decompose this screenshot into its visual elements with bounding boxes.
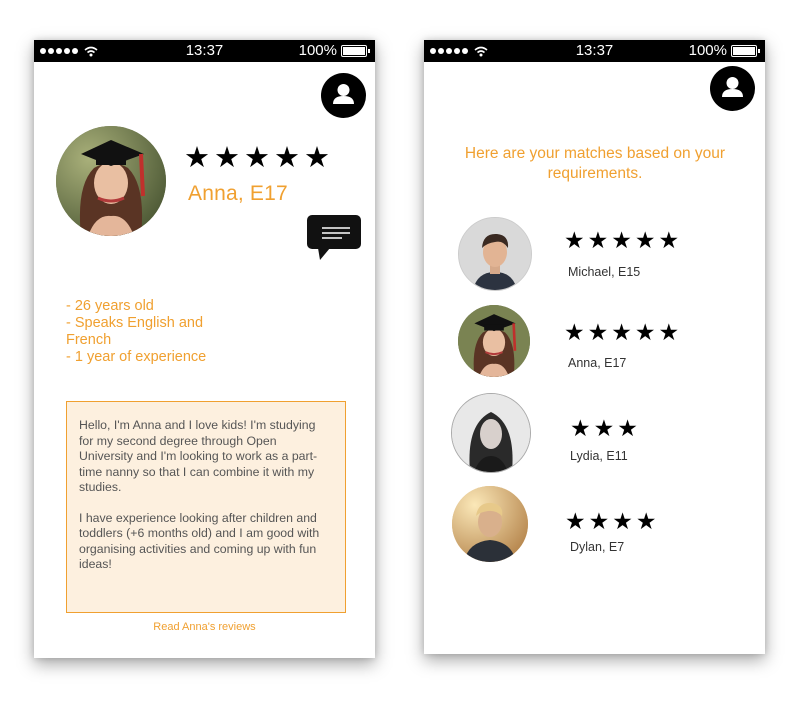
star-icon: ★ [617, 415, 638, 441]
star-icon: ★ [612, 508, 633, 534]
avatar [452, 486, 528, 562]
battery-icon [341, 44, 370, 57]
bio-paragraph: Hello, I'm Anna and I love kids! I'm stu… [79, 418, 318, 494]
star-icon: ★ [274, 142, 300, 174]
list-item[interactable]: ★ ★ ★ ★ ★ Anna, E17 [424, 305, 765, 385]
battery-indicator: 100% [298, 42, 370, 59]
star-icon: ★ [658, 227, 680, 253]
battery-percent: 100% [688, 42, 727, 59]
star-icon: ★ [570, 415, 591, 441]
list-item[interactable]: ★ ★ ★ ★ ★ Michael, E15 [424, 217, 765, 297]
star-icon: ★ [565, 508, 586, 534]
fact-languages: - Speaks English and French [66, 315, 204, 348]
star-icon: ★ [634, 227, 656, 253]
user-profile-button[interactable] [710, 66, 755, 111]
star-icon: ★ [588, 508, 610, 534]
star-icon: ★ [564, 319, 585, 345]
avatar [458, 305, 530, 377]
profile-name: Anna, E17 [188, 182, 288, 205]
star-icon: ★ [587, 319, 609, 345]
list-item[interactable]: ★ ★ ★ Lydia, E11 [424, 393, 765, 473]
rating-stars: ★ ★ ★ ★ ★ [564, 321, 679, 344]
rating-stars: ★ ★ ★ [570, 417, 638, 440]
rating-stars: ★ ★ ★ ★ ★ [564, 229, 679, 252]
match-name: Lydia, E11 [570, 449, 628, 463]
star-icon: ★ [658, 319, 680, 345]
user-icon [333, 84, 354, 104]
star-icon: ★ [564, 227, 585, 253]
star-icon: ★ [635, 508, 657, 534]
star-icon: ★ [184, 142, 210, 174]
chat-bubble-icon[interactable] [306, 214, 362, 262]
read-reviews-link[interactable]: Read Anna's reviews [34, 621, 375, 633]
battery-percent: 100% [298, 42, 337, 59]
avatar [451, 393, 531, 473]
fact-experience: - 1 year of experience [66, 349, 207, 365]
star-icon: ★ [634, 319, 656, 345]
list-item[interactable]: ★ ★ ★ ★ Dylan, E7 [424, 486, 765, 566]
match-name: Anna, E17 [568, 356, 627, 370]
fact-age: - 26 years old [66, 298, 154, 314]
user-icon [722, 77, 743, 97]
profile-facts: - 26 years old - Speaks English and Fren… [66, 298, 236, 366]
battery-icon [731, 44, 760, 57]
avatar [56, 126, 166, 236]
bio-box: Hello, I'm Anna and I love kids! I'm stu… [66, 401, 346, 613]
user-profile-button[interactable] [321, 73, 366, 118]
rating-stars: ★ ★ ★ ★ [565, 510, 657, 533]
star-icon: ★ [593, 415, 615, 441]
status-bar: 13:37 100% [34, 40, 375, 62]
match-name: Dylan, E7 [570, 540, 625, 554]
star-icon: ★ [304, 142, 330, 174]
matches-screen: 13:37 100% Here are your matches based o… [424, 40, 765, 654]
profile-screen: 13:37 100% ★ ★ ★ ★ ★ Anna, E17 - 26 year… [34, 40, 375, 658]
battery-indicator: 100% [688, 42, 760, 59]
match-name: Michael, E15 [568, 265, 641, 279]
rating-stars: ★ ★ ★ ★ ★ [184, 144, 330, 173]
star-icon: ★ [214, 142, 240, 174]
matches-heading: Here are your matches based on your requ… [464, 145, 726, 182]
star-icon: ★ [244, 142, 270, 174]
status-bar: 13:37 100% [424, 40, 765, 62]
star-icon: ★ [611, 227, 632, 253]
star-icon: ★ [611, 319, 632, 345]
star-icon: ★ [587, 227, 609, 253]
bio-paragraph: I have experience looking after children… [79, 510, 320, 572]
avatar [458, 217, 532, 291]
